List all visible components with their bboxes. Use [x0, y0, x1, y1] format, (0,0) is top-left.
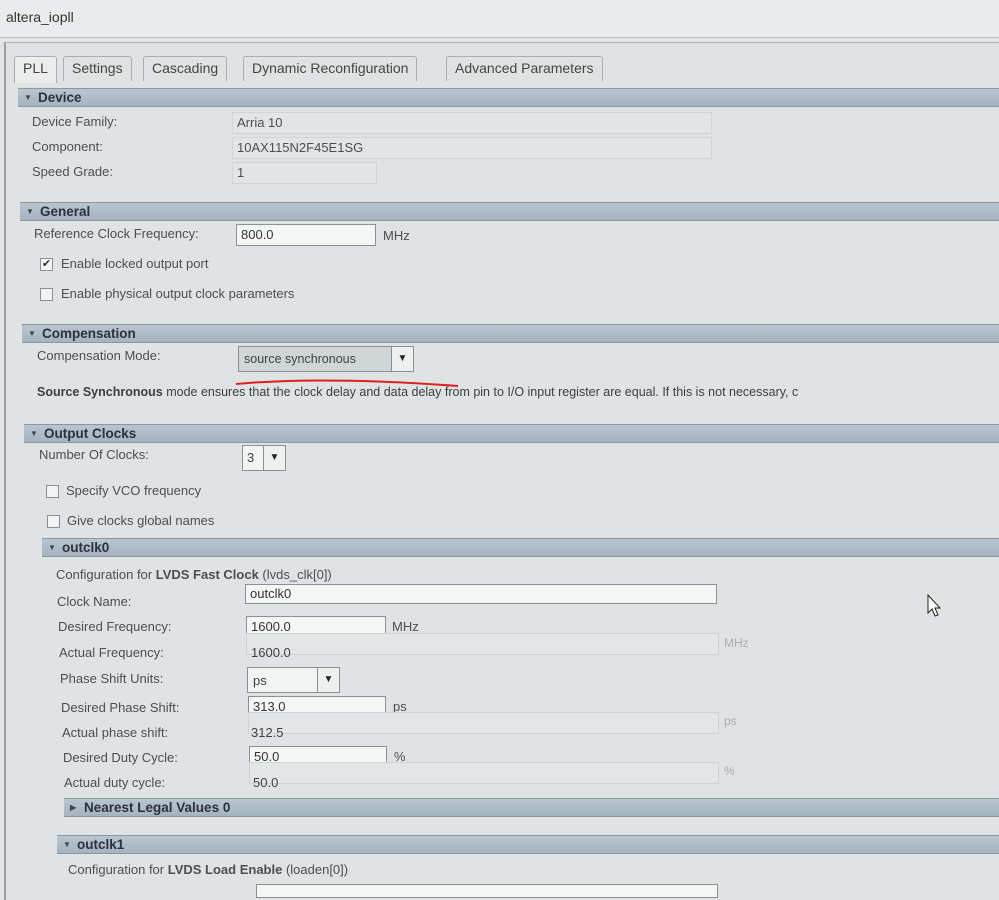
collapse-icon: ▼: [28, 329, 36, 338]
expand-icon: ▶: [70, 803, 77, 812]
mouse-cursor-icon: [927, 594, 942, 617]
config-type: LVDS Load Enable: [167, 862, 283, 877]
window-title: altera_iopll: [6, 9, 74, 25]
device-family-label: Device Family:: [32, 114, 118, 129]
config-prefix: Configuration for: [56, 567, 156, 582]
actual-frequency-label: Actual Frequency:: [59, 645, 164, 660]
description-bold: Source Synchronous: [37, 385, 163, 399]
compensation-description: Source Synchronous mode ensures that the…: [37, 385, 999, 400]
phase-shift-units-label: Phase Shift Units:: [60, 671, 164, 686]
section-title: Output Clocks: [44, 426, 137, 441]
actual-phase-unit: ps: [724, 714, 737, 728]
actual-phase-value: 312.5: [251, 725, 284, 740]
component-label: Component:: [32, 139, 103, 154]
outclk1-config: Configuration for LVDS Load Enable (load…: [68, 862, 348, 877]
ref-clock-unit: MHz: [383, 228, 410, 243]
specify-vco-checkbox[interactable]: [46, 485, 59, 498]
locked-output-checkbox[interactable]: ✔: [40, 258, 53, 271]
phase-shift-units-dropdown[interactable]: ps ▼: [247, 667, 340, 693]
compensation-mode-label: Compensation Mode:: [37, 348, 161, 363]
config-prefix: Configuration for: [68, 862, 168, 877]
desired-phase-label: Desired Phase Shift:: [61, 700, 180, 715]
section-outclk1[interactable]: ▼ outclk1: [57, 835, 999, 854]
chevron-down-icon: ▼: [317, 668, 339, 692]
section-outclk0[interactable]: ▼ outclk0: [42, 538, 999, 557]
physical-output-label: Enable physical output clock parameters: [61, 286, 295, 301]
speed-grade-value: 1: [232, 162, 377, 184]
ref-clock-input[interactable]: 800.0: [236, 224, 376, 246]
number-of-clocks-label: Number Of Clocks:: [39, 447, 149, 462]
global-names-checkbox[interactable]: [47, 515, 60, 528]
compensation-mode-value: source synchronous: [244, 352, 356, 366]
actual-frequency-value: 1600.0: [251, 645, 291, 660]
actual-frequency-field: [246, 633, 719, 655]
phase-shift-units-value: ps: [253, 673, 267, 688]
actual-duty-field: [249, 762, 719, 784]
physical-output-checkbox[interactable]: [40, 288, 53, 301]
section-nearest-legal-values[interactable]: ▶ Nearest Legal Values 0: [64, 798, 999, 817]
number-of-clocks-dropdown[interactable]: 3 ▼: [242, 445, 286, 471]
actual-phase-label: Actual phase shift:: [62, 725, 169, 740]
actual-duty-label: Actual duty cycle:: [64, 775, 166, 790]
device-family-value: Arria 10: [232, 112, 712, 134]
number-of-clocks-value: 3: [247, 450, 255, 465]
section-output-clocks[interactable]: ▼ Output Clocks: [24, 424, 999, 443]
chevron-down-icon: ▼: [263, 446, 285, 470]
section-title: outclk1: [77, 837, 125, 852]
chevron-down-icon: ▼: [391, 347, 413, 371]
config-suffix: (lvds_clk[0]): [258, 567, 332, 582]
actual-phase-field: [248, 712, 719, 734]
tab-advanced-parameters[interactable]: Advanced Parameters: [446, 56, 603, 81]
collapse-icon: ▼: [24, 93, 32, 102]
outclk1-clock-name-input[interactable]: [256, 884, 718, 898]
collapse-icon: ▼: [30, 429, 38, 438]
section-title: Device: [38, 90, 82, 105]
tab-cascading[interactable]: Cascading: [143, 56, 228, 81]
collapse-icon: ▼: [26, 207, 34, 216]
actual-duty-unit: %: [724, 764, 735, 778]
compensation-mode-dropdown[interactable]: source synchronous ▼: [238, 346, 414, 372]
config-suffix: (loaden[0]): [282, 862, 349, 877]
clock-name-label: Clock Name:: [57, 594, 132, 609]
description-text: mode ensures that the clock delay and da…: [162, 385, 799, 399]
config-type: LVDS Fast Clock: [155, 567, 259, 582]
actual-duty-value: 50.0: [253, 775, 279, 790]
tab-settings[interactable]: Settings: [63, 56, 132, 81]
clock-name-input[interactable]: outclk0: [245, 584, 717, 604]
tab-pll[interactable]: PLL: [14, 56, 57, 83]
section-device[interactable]: ▼ Device: [18, 88, 999, 107]
component-value: 10AX115N2F45E1SG: [232, 137, 712, 159]
desired-frequency-label: Desired Frequency:: [58, 619, 172, 634]
global-names-label: Give clocks global names: [67, 513, 215, 528]
section-title: Compensation: [42, 326, 136, 341]
locked-output-label: Enable locked output port: [61, 256, 209, 271]
title-bar: altera_iopll: [0, 0, 999, 38]
section-general[interactable]: ▼ General: [20, 202, 999, 221]
specify-vco-label: Specify VCO frequency: [66, 483, 202, 498]
section-title: Nearest Legal Values 0: [84, 800, 231, 815]
collapse-icon: ▼: [48, 543, 56, 552]
desired-frequency-unit: MHz: [392, 619, 419, 634]
ref-clock-label: Reference Clock Frequency:: [34, 226, 199, 241]
actual-frequency-unit: MHz: [724, 636, 749, 650]
desired-duty-label: Desired Duty Cycle:: [63, 750, 178, 765]
outclk0-config: Configuration for LVDS Fast Clock (lvds_…: [56, 567, 332, 582]
tab-dynamic-reconfiguration[interactable]: Dynamic Reconfiguration: [243, 56, 418, 81]
collapse-icon: ▼: [63, 840, 71, 849]
speed-grade-label: Speed Grade:: [32, 164, 113, 179]
section-title: outclk0: [62, 540, 110, 555]
section-compensation[interactable]: ▼ Compensation: [22, 324, 999, 343]
section-title: General: [40, 204, 91, 219]
